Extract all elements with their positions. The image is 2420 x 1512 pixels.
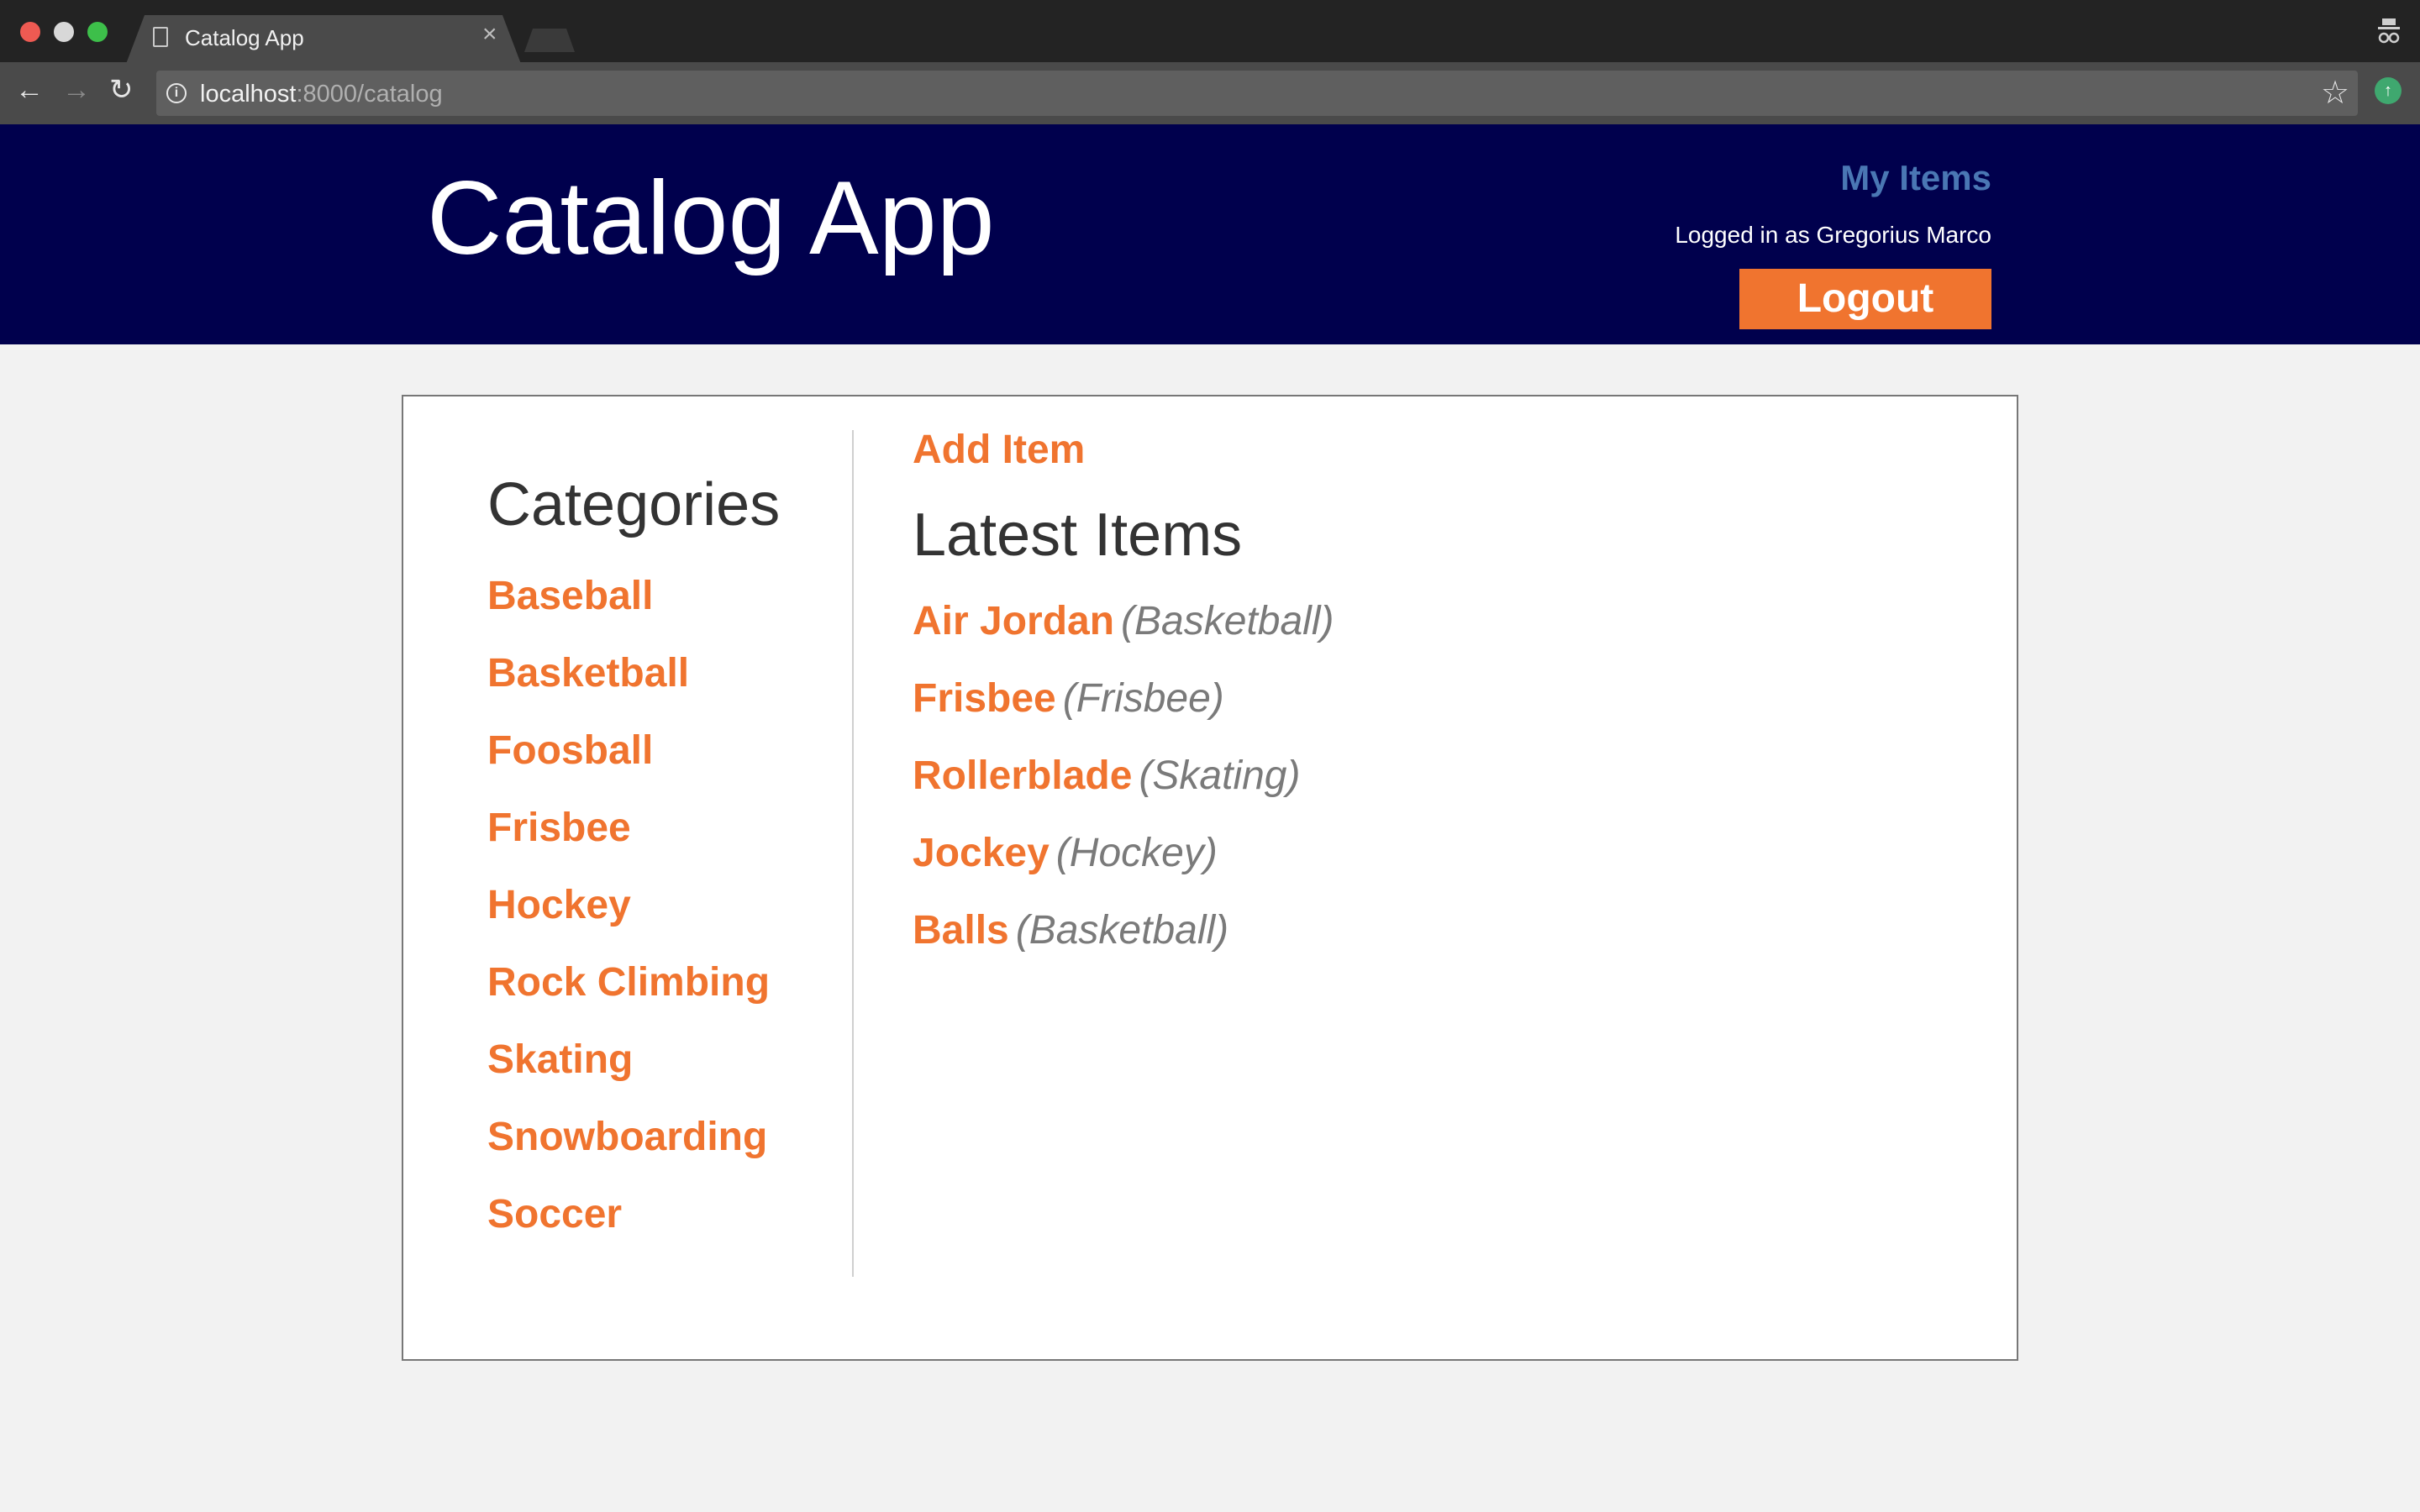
extension-icon[interactable]: ↑	[2375, 77, 2402, 104]
content-card: Categories Baseball Basketball Foosball …	[402, 395, 2018, 1361]
category-link-hockey[interactable]: Hockey	[487, 867, 857, 944]
latest-item-row: Balls (Basketball)	[913, 892, 1921, 969]
category-link-baseball[interactable]: Baseball	[487, 558, 857, 635]
latest-items-heading: Latest Items	[913, 501, 1243, 569]
forward-arrow-icon[interactable]: →	[62, 76, 91, 104]
category-link-rock-climbing[interactable]: Rock Climbing	[487, 944, 857, 1021]
browser-toolbar: ← → ↻ i localhost:8000/catalog ☆	[0, 62, 2420, 124]
app-title: Catalog App	[427, 160, 995, 276]
category-link-soccer[interactable]: Soccer	[487, 1176, 857, 1253]
address-bar[interactable]: i localhost:8000/catalog ☆	[156, 71, 2358, 116]
browser-titlebar: Catalog App ×	[0, 0, 2420, 64]
tab-title: Catalog App	[185, 25, 304, 50]
latest-item-row: Air Jordan (Basketball)	[913, 583, 1921, 660]
latest-items-panel: Add Item Latest Items Air Jordan (Basketb…	[913, 427, 1921, 969]
category-link-snowboarding[interactable]: Snowboarding	[487, 1099, 857, 1176]
logout-button[interactable]: Logout	[1739, 269, 1991, 329]
item-category: (Basketball)	[1121, 599, 1334, 643]
close-window-button[interactable]	[20, 22, 40, 42]
bookmark-star-icon[interactable]: ☆	[2321, 74, 2349, 112]
item-link[interactable]: Jockey	[913, 831, 1050, 875]
item-link[interactable]: Air Jordan	[913, 599, 1114, 643]
item-category: (Skating)	[1139, 753, 1301, 798]
info-icon[interactable]: i	[166, 83, 187, 103]
url-text: localhost:8000/catalog	[200, 81, 443, 108]
latest-item-row: Rollerblade (Skating)	[913, 738, 1921, 815]
category-link-frisbee[interactable]: Frisbee	[487, 790, 857, 867]
column-divider	[852, 430, 854, 1277]
tab-close-icon[interactable]: ×	[482, 22, 497, 47]
item-category: (Frisbee)	[1062, 676, 1224, 721]
item-link[interactable]: Frisbee	[913, 676, 1056, 721]
my-items-link[interactable]: My Items	[1840, 158, 1991, 198]
category-link-basketball[interactable]: Basketball	[487, 635, 857, 712]
categories-sidebar: Categories Baseball Basketball Foosball …	[487, 438, 857, 1253]
new-tab-button[interactable]	[524, 29, 575, 52]
latest-item-row: Jockey (Hockey)	[913, 815, 1921, 892]
item-link[interactable]: Rollerblade	[913, 753, 1132, 798]
item-category: (Hockey)	[1055, 831, 1218, 875]
app-header: Catalog App My Items Logged in as Gregor…	[0, 124, 2420, 344]
add-item-link[interactable]: Add Item	[913, 427, 1921, 480]
incognito-icon	[2378, 18, 2400, 44]
maximize-window-button[interactable]	[87, 22, 108, 42]
reload-icon[interactable]: ↻	[109, 76, 134, 104]
logged-in-status: Logged in as Gregorius Marco	[1675, 222, 1991, 248]
categories-heading: Categories	[487, 471, 781, 538]
item-link[interactable]: Balls	[913, 908, 1009, 953]
back-arrow-icon[interactable]: ←	[15, 76, 44, 104]
browser-tab[interactable]: Catalog App ×	[126, 15, 521, 64]
latest-item-row: Frisbee (Frisbee)	[913, 660, 1921, 738]
category-link-foosball[interactable]: Foosball	[487, 712, 857, 790]
category-link-skating[interactable]: Skating	[487, 1021, 857, 1099]
item-category: (Basketball)	[1015, 908, 1229, 953]
minimize-window-button[interactable]	[54, 22, 74, 42]
page-icon	[153, 27, 168, 47]
